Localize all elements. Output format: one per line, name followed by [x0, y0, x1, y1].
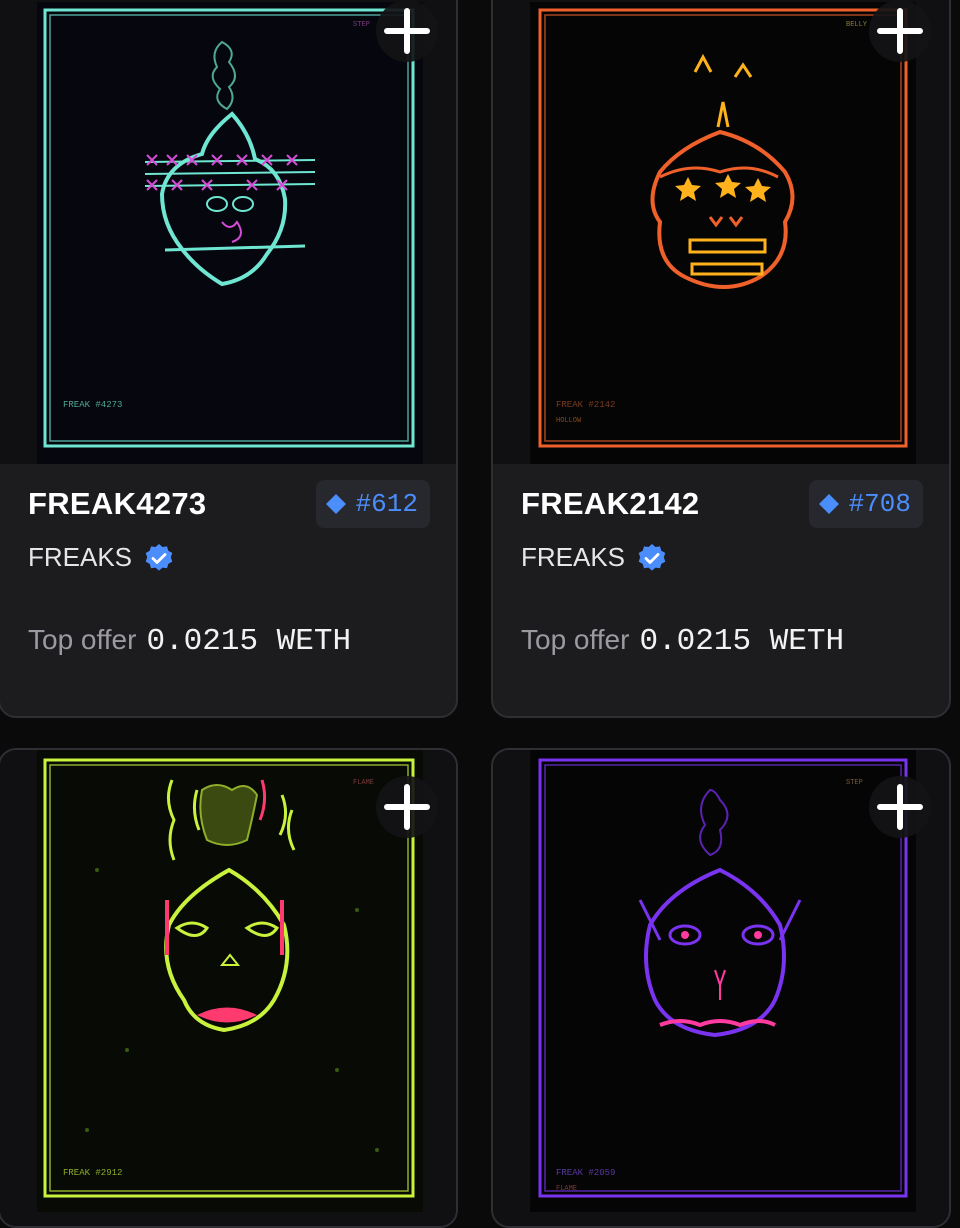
- nft-subcaption: HOLLOW: [556, 417, 582, 425]
- verified-badge-icon: [638, 543, 666, 571]
- add-to-cart-button[interactable]: [376, 776, 438, 838]
- collection-link[interactable]: FREAKS: [521, 542, 667, 573]
- nft-artwork: FREAK #2912 FLAME: [37, 750, 423, 1212]
- nft-artwork: FREAK #2059 FLAME STEP: [530, 750, 916, 1212]
- plus-icon: [384, 8, 430, 54]
- top-offer-label: Top offer: [521, 624, 630, 655]
- verified-badge-icon: [145, 543, 173, 571]
- nft-card[interactable]: FREAK #2059 FLAME STEP: [491, 748, 951, 1228]
- plus-icon: [877, 8, 923, 54]
- add-to-cart-button[interactable]: [869, 776, 931, 838]
- nft-name[interactable]: FREAK4273: [28, 486, 206, 522]
- add-to-cart-button[interactable]: [376, 0, 438, 62]
- collection-name: FREAKS: [28, 542, 133, 572]
- nft-image-container[interactable]: FREAK #2142 HOLLOW BELLY: [493, 0, 949, 464]
- top-offer-label: Top offer: [28, 624, 137, 655]
- nft-card[interactable]: FREAK #2142 HOLLOW BELLY FREAK2142 #708 …: [491, 0, 951, 718]
- top-offer: Top offer 0.0215 WETH: [28, 624, 351, 659]
- diamond-icon: [818, 494, 839, 514]
- nft-image-container[interactable]: FREAK #4273 STEP: [0, 0, 456, 464]
- add-to-cart-button[interactable]: [869, 0, 931, 62]
- rarity-rank: #708: [848, 489, 911, 519]
- collection-link[interactable]: FREAKS: [28, 542, 174, 573]
- nft-subcaption: FLAME: [556, 1185, 577, 1193]
- nft-caption: FREAK #2059: [556, 1168, 615, 1178]
- rarity-rank: #612: [355, 489, 418, 519]
- nft-caption: FREAK #2142: [556, 400, 615, 410]
- nft-name[interactable]: FREAK2142: [521, 486, 699, 522]
- plus-icon: [877, 784, 923, 830]
- nft-corner-tag: BELLY: [846, 21, 868, 29]
- rarity-rank-badge[interactable]: #708: [808, 480, 923, 528]
- nft-artwork: FREAK #2142 HOLLOW BELLY: [530, 2, 916, 464]
- nft-caption: FREAK #4273: [63, 400, 122, 410]
- top-offer: Top offer 0.0215 WETH: [521, 624, 844, 659]
- nft-caption: FREAK #2912: [63, 1168, 122, 1178]
- nft-info: FREAK4273 #612 FREAKS Top offer 0.0215 W…: [0, 464, 456, 716]
- collection-name: FREAKS: [521, 542, 626, 572]
- nft-image-container[interactable]: FREAK #2912 FLAME: [0, 750, 456, 1226]
- diamond-icon: [325, 494, 346, 514]
- nft-corner-tag: STEP: [353, 21, 370, 29]
- nft-card[interactable]: FREAK #2912 FLAME: [0, 748, 458, 1228]
- nft-info: FREAK2142 #708 FREAKS Top offer 0.0215 W…: [493, 464, 949, 716]
- top-offer-value: 0.0215 WETH: [639, 624, 845, 659]
- nft-image-container[interactable]: FREAK #2059 FLAME STEP: [493, 750, 949, 1226]
- nft-corner-tag: STEP: [846, 779, 863, 787]
- top-offer-value: 0.0215 WETH: [146, 624, 352, 659]
- nft-card[interactable]: FREAK #4273 STEP FREAK4273 #612 FREAKS T…: [0, 0, 458, 718]
- rarity-rank-badge[interactable]: #612: [315, 480, 430, 528]
- nft-corner-tag: FLAME: [353, 779, 374, 787]
- nft-artwork: FREAK #4273 STEP: [37, 2, 423, 464]
- plus-icon: [384, 784, 430, 830]
